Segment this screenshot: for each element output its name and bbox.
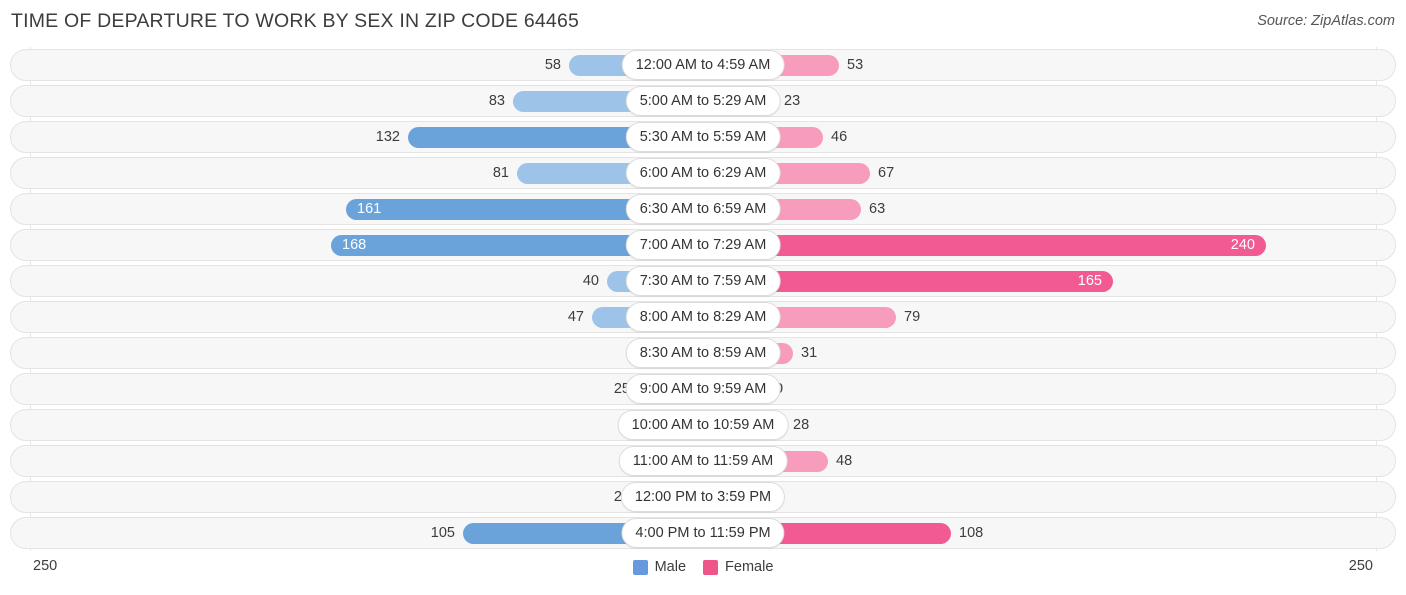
- bar-value-male: 83: [488, 93, 505, 109]
- row-bars: 122810:00 AM to 10:59 AM: [0, 407, 1406, 443]
- chart-row: 132 46 5:30 AM to 5:59 AM: [0, 119, 1406, 155]
- row-bars: 94811:00 AM to 11:59 AM: [0, 443, 1406, 479]
- category-label-pill[interactable]: 11:00 AM to 11:59 AM: [618, 446, 788, 476]
- chart-plot-area: 58 53 12:00 AM to 4:59 AM 83 23 5:00 AM to 5:…: [0, 47, 1406, 551]
- row-bars: 132 46 5:30 AM to 5:59 AM: [0, 119, 1406, 155]
- bar-value-female: 79: [904, 309, 921, 325]
- chart-row: 83 23 5:00 AM to 5:29 AM: [0, 83, 1406, 119]
- chart-row: 161 63 6:30 AM to 6:59 AM: [0, 191, 1406, 227]
- bar-value-female: 46: [831, 129, 848, 145]
- row-bars: 105 108 4:00 PM to 11:59 PM: [0, 515, 1406, 551]
- category-label-pill[interactable]: 7:30 AM to 7:59 AM: [625, 266, 781, 296]
- bar-value-female: 63: [869, 201, 886, 217]
- legend-item-female[interactable]: Female: [703, 559, 773, 575]
- chart-header: TIME OF DEPARTURE TO WORK BY SEX IN ZIP …: [0, 0, 1406, 44]
- legend-swatch-female: [703, 559, 719, 575]
- chart-footer: 250 250 Male Female: [0, 552, 1406, 595]
- category-label-pill[interactable]: 6:00 AM to 6:29 AM: [625, 158, 781, 188]
- row-bars: 161 63 6:30 AM to 6:59 AM: [0, 191, 1406, 227]
- category-label-pill[interactable]: 9:00 AM to 9:59 AM: [625, 374, 781, 404]
- category-label-pill[interactable]: 4:00 PM to 11:59 PM: [621, 518, 785, 548]
- row-bars: 15318:30 AM to 8:59 AM: [0, 335, 1406, 371]
- category-label-pill[interactable]: 5:00 AM to 5:29 AM: [625, 86, 781, 116]
- chart-row: 40 165 7:30 AM to 7:59 AM: [0, 263, 1406, 299]
- category-label-pill[interactable]: 5:30 AM to 5:59 AM: [625, 122, 781, 152]
- legend-label-male: Male: [654, 559, 687, 575]
- category-label-pill[interactable]: 12:00 AM to 4:59 AM: [621, 50, 785, 80]
- category-label-pill[interactable]: 7:00 AM to 7:29 AM: [625, 230, 781, 260]
- bar-value-female: 23: [784, 93, 801, 109]
- bar-value-female: 108: [959, 525, 984, 541]
- chart-legend: Male Female: [0, 559, 1406, 575]
- bar-value-female: 31: [801, 345, 818, 361]
- bar-value-male: 161: [357, 201, 382, 217]
- bar-value-male: 132: [375, 129, 400, 145]
- chart-row: 81 67 6:00 AM to 6:29 AM: [0, 155, 1406, 191]
- bar-value-male: 47: [567, 309, 584, 325]
- category-label-pill[interactable]: 8:00 AM to 8:29 AM: [625, 302, 781, 332]
- bar-value-male: 40: [582, 273, 599, 289]
- category-label-pill[interactable]: 6:30 AM to 6:59 AM: [625, 194, 781, 224]
- chart-row: 25012:00 PM to 3:59 PM: [0, 479, 1406, 515]
- row-bars: 168 240 7:00 AM to 7:29 AM: [0, 227, 1406, 263]
- chart-page: TIME OF DEPARTURE TO WORK BY SEX IN ZIP …: [0, 0, 1406, 595]
- category-label-pill[interactable]: 10:00 AM to 10:59 AM: [617, 410, 789, 440]
- chart-row: 15318:30 AM to 8:59 AM: [0, 335, 1406, 371]
- chart-row: 168 240 7:00 AM to 7:29 AM: [0, 227, 1406, 263]
- bar-value-female: 28: [793, 417, 810, 433]
- bar-value-male: 58: [544, 57, 561, 73]
- page-title: TIME OF DEPARTURE TO WORK BY SEX IN ZIP …: [11, 10, 580, 32]
- category-label-pill[interactable]: 8:30 AM to 8:59 AM: [625, 338, 781, 368]
- legend-label-female: Female: [725, 559, 774, 575]
- row-bars: 81 67 6:00 AM to 6:29 AM: [0, 155, 1406, 191]
- bar-value-male: 81: [492, 165, 509, 181]
- source-attribution: Source: ZipAtlas.com: [1257, 13, 1395, 29]
- legend-item-male[interactable]: Male: [632, 559, 687, 575]
- chart-row: 122810:00 AM to 10:59 AM: [0, 407, 1406, 443]
- bar-value-male: 105: [430, 525, 455, 541]
- bar-value-female: 165: [1077, 273, 1102, 289]
- row-bars: 2509:00 AM to 9:59 AM: [0, 371, 1406, 407]
- row-bars: 83 23 5:00 AM to 5:29 AM: [0, 83, 1406, 119]
- chart-row: 94811:00 AM to 11:59 AM: [0, 443, 1406, 479]
- bar-value-female: 48: [836, 453, 853, 469]
- bar-value-female: 53: [847, 57, 864, 73]
- chart-row: 47 79 8:00 AM to 8:29 AM: [0, 299, 1406, 335]
- chart-row: 105 108 4:00 PM to 11:59 PM: [0, 515, 1406, 551]
- bar-value-female: 240: [1230, 237, 1255, 253]
- row-bars: 58 53 12:00 AM to 4:59 AM: [0, 47, 1406, 83]
- category-label-pill[interactable]: 12:00 PM to 3:59 PM: [620, 482, 786, 512]
- row-bars: 40 165 7:30 AM to 7:59 AM: [0, 263, 1406, 299]
- bar-value-female: 67: [878, 165, 895, 181]
- bar-value-male: 168: [342, 237, 367, 253]
- bar-female[interactable]: [703, 235, 1266, 256]
- chart-row: 2509:00 AM to 9:59 AM: [0, 371, 1406, 407]
- row-bars: 25012:00 PM to 3:59 PM: [0, 479, 1406, 515]
- legend-swatch-male: [632, 559, 648, 575]
- chart-row: 58 53 12:00 AM to 4:59 AM: [0, 47, 1406, 83]
- row-bars: 47 79 8:00 AM to 8:29 AM: [0, 299, 1406, 335]
